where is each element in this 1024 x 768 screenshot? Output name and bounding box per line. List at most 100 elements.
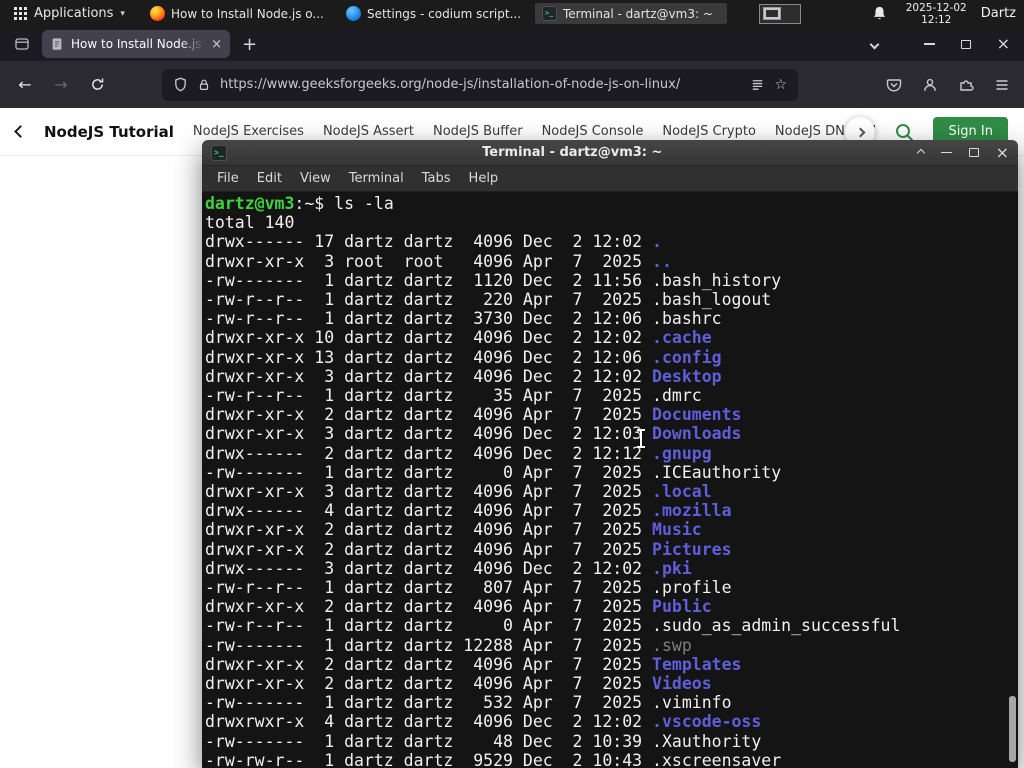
- window-minimize-button[interactable]: [923, 43, 935, 45]
- terminal-line: -rw-r--r-- 1 dartz dartz 807 Apr 7 2025 …: [205, 578, 732, 598]
- terminal-line: drwxr-xr-x 3 root root 4096 Apr 7 2025 .…: [205, 251, 672, 271]
- reader-mode-button[interactable]: [750, 77, 765, 92]
- clock-date: 2025-12-02: [905, 1, 967, 14]
- url-bar[interactable]: https://www.geeksforgeeks.org/node-js/in…: [162, 68, 798, 101]
- terminal-window: Terminal - dartz@vm3: ~ × FileEditViewTe…: [202, 140, 1018, 768]
- taskbar-item[interactable]: Terminal - dartz@vm3: ~: [534, 3, 727, 24]
- terminal-line: drwx------ 17 dartz dartz 4096 Dec 2 12:…: [205, 232, 662, 252]
- taskbar-item[interactable]: Settings - codium script...: [339, 3, 531, 24]
- terminal-line: drwxr-xr-x 2 dartz dartz 4096 Apr 7 2025…: [205, 520, 702, 540]
- chevron-down-icon: ▾: [120, 8, 125, 19]
- firefox-view-button[interactable]: [8, 31, 36, 57]
- firefox-icon: [149, 6, 165, 21]
- applications-label: Applications: [34, 6, 114, 21]
- site-nav-link[interactable]: NodeJS Crypto: [662, 124, 756, 139]
- terminal-line: drwxr-xr-x 10 dartz dartz 4096 Dec 2 12:…: [205, 328, 712, 348]
- terminal-line: -rw------- 1 dartz dartz 532 Apr 7 2025 …: [205, 693, 732, 713]
- terminal-line: drwxr-xr-x 13 dartz dartz 4096 Dec 2 12:…: [205, 347, 722, 367]
- clock[interactable]: 2025-12-02 12:12: [906, 2, 967, 26]
- reload-button[interactable]: [82, 77, 112, 92]
- nav-back-chevron[interactable]: [14, 125, 27, 138]
- terminal-icon: [541, 6, 557, 21]
- terminal-line: drwxr-xr-x 2 dartz dartz 4096 Apr 7 2025…: [205, 405, 742, 425]
- tab-bar: How to Install Node.js on × + ×: [0, 27, 1024, 61]
- terminal-line: drwxr-xr-x 3 dartz dartz 4096 Apr 7 2025…: [205, 482, 712, 502]
- window-close-button[interactable]: ×: [997, 36, 1010, 52]
- window-maximize-button[interactable]: [960, 39, 971, 49]
- new-tab-button[interactable]: +: [242, 34, 257, 55]
- menu-item-tabs[interactable]: Tabs: [413, 168, 460, 189]
- workspace-switcher[interactable]: [758, 3, 801, 24]
- menu-button[interactable]: [994, 77, 1010, 93]
- tracking-shield-icon[interactable]: [173, 77, 188, 92]
- menu-item-view[interactable]: View: [291, 168, 340, 189]
- browser-tab[interactable]: How to Install Node.js on ×: [42, 30, 230, 58]
- toolbar-right-icons: [886, 77, 1014, 93]
- bell-icon[interactable]: [871, 5, 888, 22]
- site-nav-link[interactable]: NodeJS Console: [542, 124, 644, 139]
- terminal-line: -rw------- 1 dartz dartz 48 Dec 2 10:39 …: [205, 731, 762, 751]
- menu-item-terminal[interactable]: Terminal: [340, 168, 413, 189]
- terminal-line: -rw-r--r-- 1 dartz dartz 220 Apr 7 2025 …: [205, 290, 772, 310]
- extensions-button[interactable]: [958, 77, 974, 93]
- clock-time: 12:12: [921, 13, 952, 26]
- terminal-scrollbar[interactable]: [1009, 696, 1016, 762]
- terminal-window-controls: ×: [916, 144, 1009, 161]
- list-tabs-button[interactable]: [869, 39, 880, 49]
- search-button[interactable]: [894, 122, 914, 142]
- menu-item-help[interactable]: Help: [460, 168, 508, 189]
- terminal-close-button[interactable]: ×: [996, 144, 1009, 161]
- shade-button[interactable]: [916, 148, 925, 157]
- user-menu[interactable]: Dartz: [981, 6, 1016, 21]
- codium-icon: [345, 6, 361, 21]
- site-nav-links: NodeJS Exercises NodeJS Assert NodeJS Buff…: [193, 124, 876, 139]
- terminal-line: drwxrwxr-x 4 dartz dartz 4096 Dec 2 12:0…: [205, 712, 762, 732]
- terminal-line: drwxr-xr-x 3 dartz dartz 4096 Dec 2 12:0…: [205, 366, 722, 386]
- account-button[interactable]: [922, 77, 938, 93]
- menu-item-file[interactable]: File: [208, 168, 248, 189]
- terminal-line: -rw------- 1 dartz dartz 1120 Dec 2 11:5…: [205, 270, 782, 290]
- terminal-maximize-button[interactable]: [968, 148, 979, 157]
- workspace-window-thumbnail: [762, 7, 781, 20]
- menu-item-edit[interactable]: Edit: [248, 168, 291, 189]
- tab-close-button[interactable]: ×: [211, 38, 222, 51]
- applications-grid-icon: [14, 7, 27, 20]
- terminal-minimize-button[interactable]: [940, 151, 952, 154]
- terminal-output[interactable]: dartz@vm3:~$ ls -la total 140 drwx------ 1…: [202, 192, 1018, 768]
- site-nav-link[interactable]: NodeJS Exercises: [193, 124, 304, 139]
- terminal-line: drwx------ 4 dartz dartz 4096 Apr 7 2025…: [205, 501, 732, 521]
- terminal-line: drwxr-xr-x 2 dartz dartz 4096 Apr 7 2025…: [205, 654, 742, 674]
- site-nav-active-link[interactable]: NodeJS Tutorial: [44, 123, 174, 141]
- site-nav-link[interactable]: NodeJS Buffer: [433, 124, 523, 139]
- chevron-down-icon: [869, 39, 880, 49]
- terminal-title: Terminal - dartz@vm3: ~: [482, 145, 663, 160]
- terminal-line: dartz@vm3:~$ ls -la: [205, 194, 394, 213]
- terminal-line: drwxr-xr-x 3 dartz dartz 4096 Dec 2 12:0…: [205, 424, 742, 444]
- terminal-line: -rw------- 1 dartz dartz 12288 Apr 7 202…: [205, 635, 692, 655]
- chevron-right-icon: [855, 127, 865, 137]
- terminal-line: -rw------- 1 dartz dartz 0 Apr 7 2025 .I…: [205, 462, 782, 482]
- site-nav-link[interactable]: NodeJS Assert: [323, 124, 414, 139]
- terminal-line: drwxr-xr-x 2 dartz dartz 4096 Apr 7 2025…: [205, 597, 712, 617]
- terminal-line: -rw-r--r-- 1 dartz dartz 3730 Dec 2 12:0…: [205, 309, 722, 329]
- back-button[interactable]: ←: [10, 75, 40, 94]
- terminal-line: -rw-r--r-- 1 dartz dartz 35 Apr 7 2025 .…: [205, 386, 702, 406]
- taskbar-item-label: Terminal - dartz@vm3: ~: [562, 6, 713, 21]
- browser-toolbar: ← → https://www.geeksforgeeks.org/node-j…: [0, 61, 1024, 108]
- mouse-ibeam-cursor: [637, 429, 645, 448]
- terminal-titlebar[interactable]: Terminal - dartz@vm3: ~ ×: [202, 140, 1018, 166]
- site-nav-link[interactable]: NodeJS DNS: [775, 124, 853, 139]
- taskbar: How to Install Node.js o... Settings - co…: [143, 3, 727, 24]
- taskbar-item-label: Settings - codium script...: [366, 6, 522, 21]
- lock-icon[interactable]: [197, 78, 211, 92]
- pocket-button[interactable]: [886, 77, 902, 93]
- taskbar-item[interactable]: How to Install Node.js o...: [143, 3, 335, 24]
- tab-title: How to Install Node.js on: [71, 37, 204, 51]
- applications-menu[interactable]: Applications ▾: [6, 4, 133, 23]
- terminal-icon: [211, 144, 227, 161]
- terminal-menubar: File Edit View Terminal Tabs Help: [202, 166, 1018, 192]
- terminal-line: -rw-rw-r-- 1 dartz dartz 9529 Dec 2 10:4…: [205, 750, 782, 768]
- bookmark-star-button[interactable]: ☆: [774, 77, 787, 93]
- tab-favicon: [50, 37, 64, 51]
- forward-button[interactable]: →: [46, 75, 76, 94]
